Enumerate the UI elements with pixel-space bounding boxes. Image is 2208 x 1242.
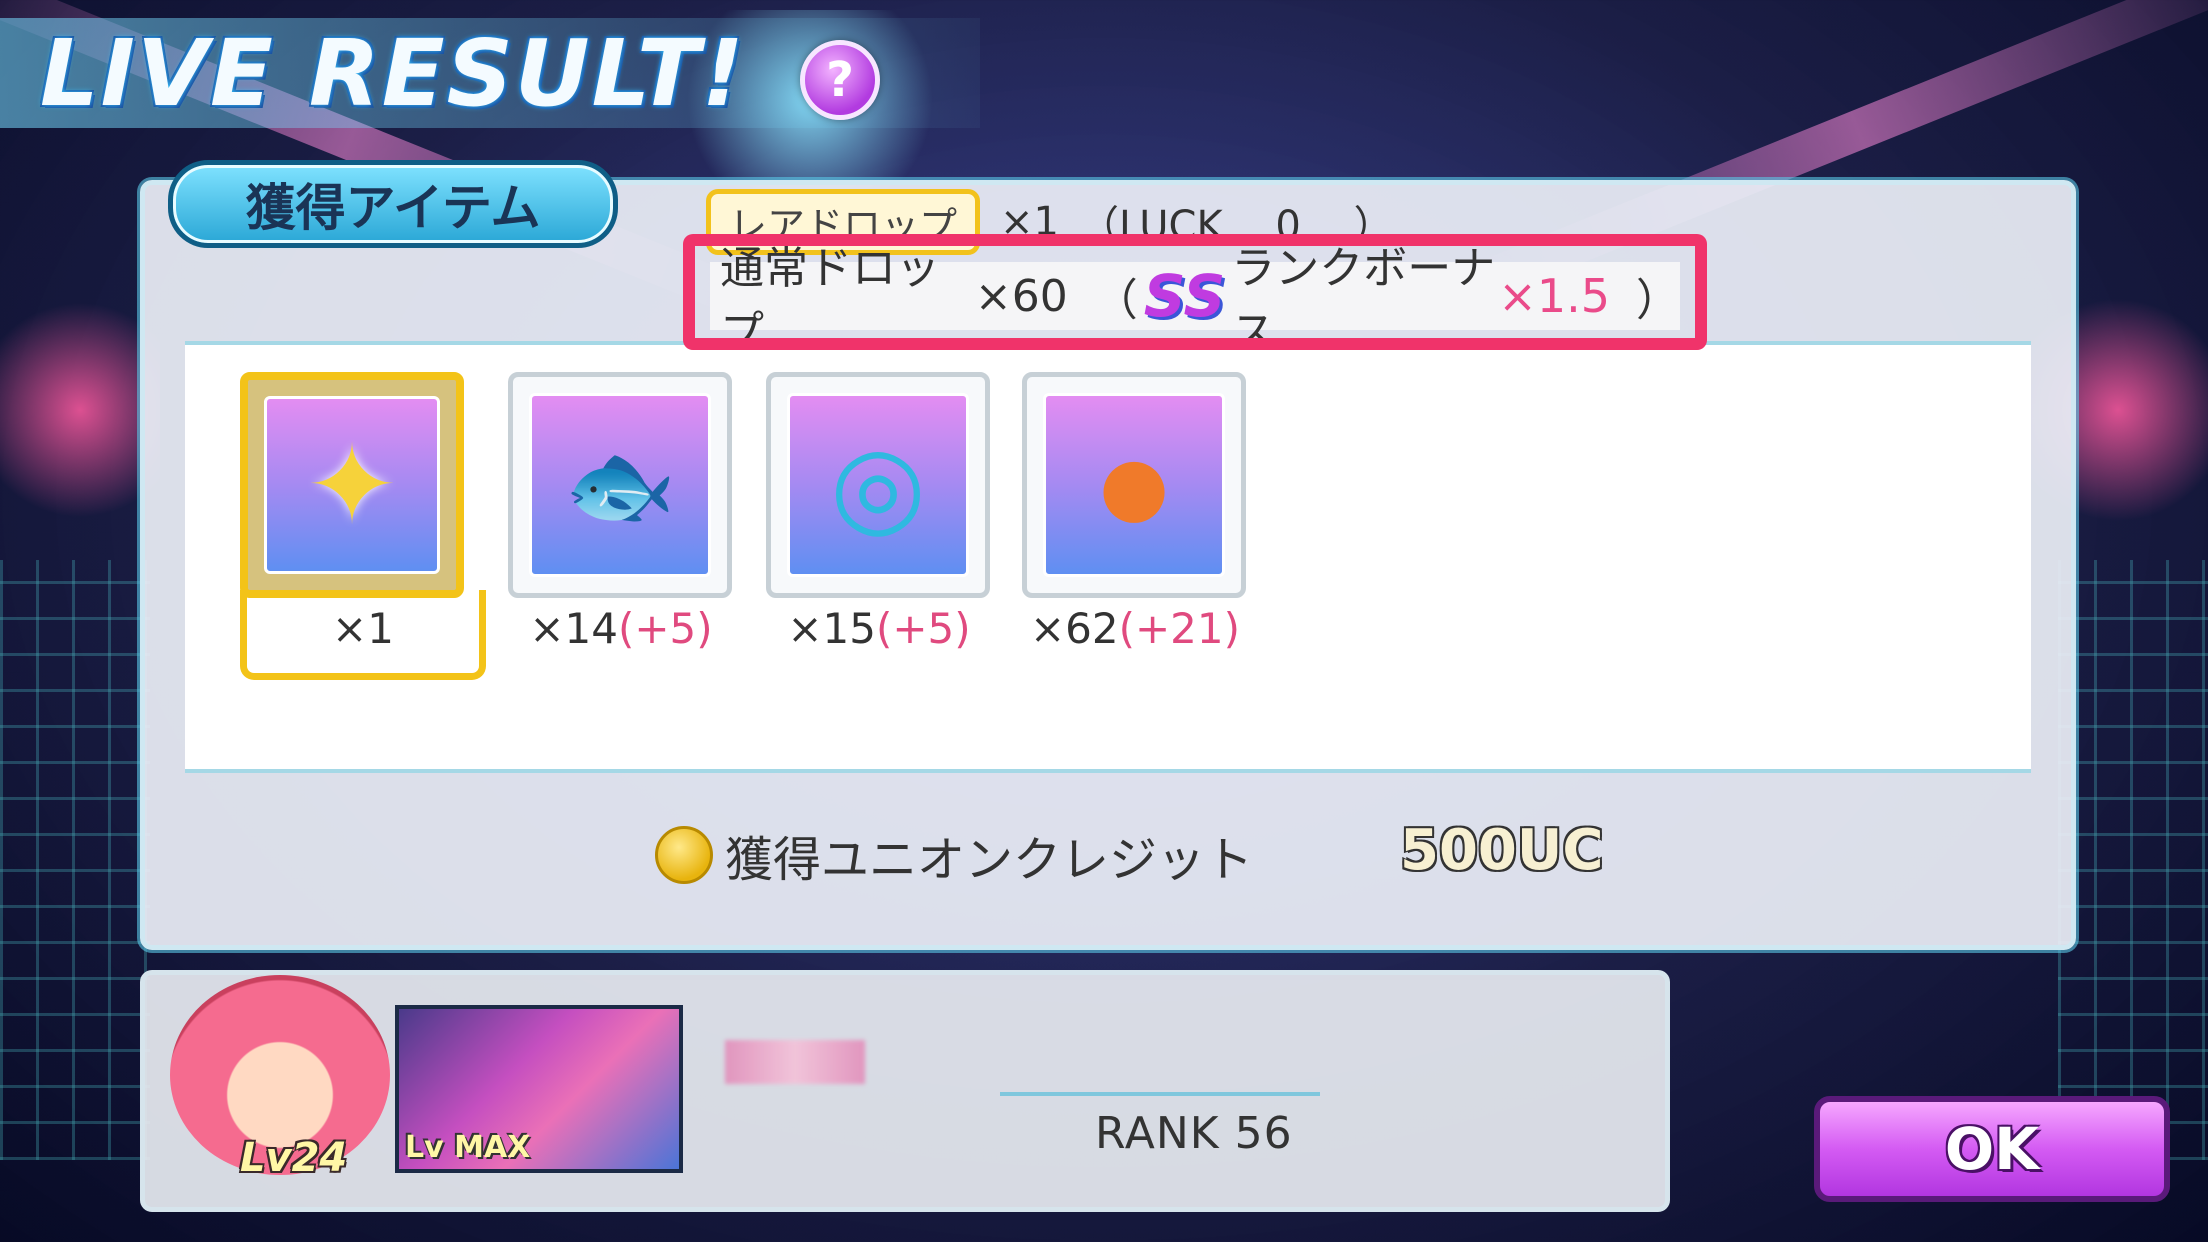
page-title: LIVE RESULT! (40, 20, 746, 127)
player-name-blurred (725, 1040, 865, 1084)
stage-glow-left (0, 280, 160, 540)
item-count: ×14(+5) (529, 604, 713, 653)
highlight-frame (683, 234, 1707, 350)
item-card: ◎ (766, 372, 990, 598)
coin-icon (655, 826, 713, 884)
player-level: Lv24 (240, 1135, 348, 1181)
card-level: Lv MAX (405, 1130, 531, 1165)
divider (185, 769, 2031, 773)
ok-button[interactable]: OK (1814, 1096, 2170, 1202)
item-card: ● (1022, 372, 1246, 598)
stage-grid-right (2058, 560, 2208, 1160)
ball-icon: ● (1043, 393, 1225, 577)
obtained-items-tab: 獲得アイテム (168, 160, 618, 248)
taiyaki-icon: 🐟 (529, 393, 711, 577)
ring-icon: ◎ (787, 393, 969, 577)
item-card: 🐟 (508, 372, 732, 598)
help-button[interactable]: ? (800, 40, 880, 120)
union-credit-label: 獲得ユニオンクレジット (725, 832, 1254, 888)
item-count: ×15(+5) (787, 604, 971, 653)
union-credit-value: 500UC (1400, 818, 1604, 883)
item-count: ×62(+21) (1029, 604, 1241, 653)
star-icon: ✦ (264, 396, 440, 574)
player-rank: RANK 56 (1095, 1108, 1293, 1159)
divider (1000, 1092, 1320, 1096)
stage-grid-left (0, 560, 150, 1160)
item-card: ✦ (240, 372, 464, 598)
item-count: ×1 (332, 604, 394, 653)
